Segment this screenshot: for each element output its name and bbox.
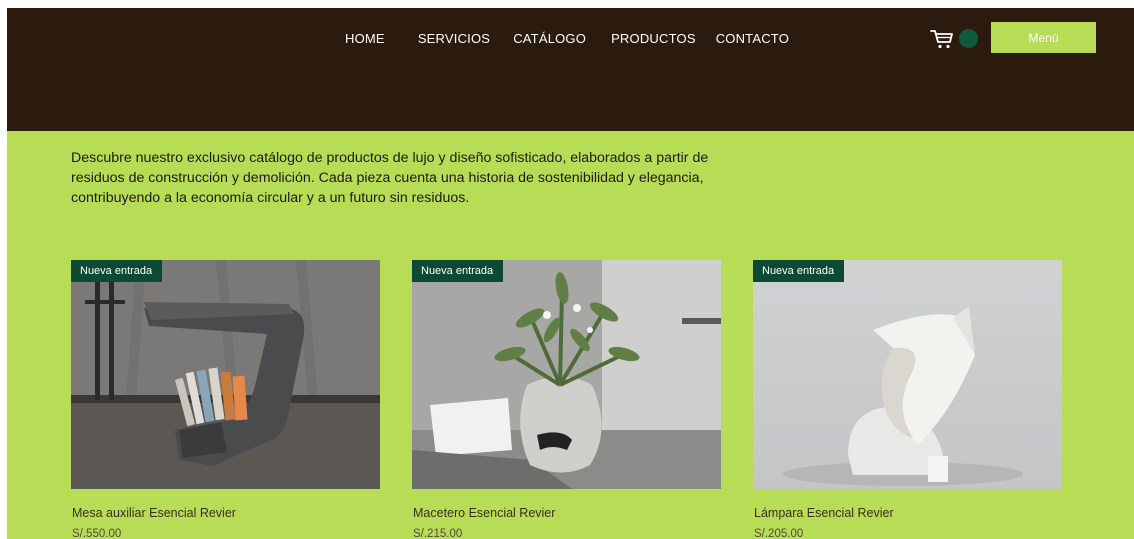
new-entry-badge: Nueva entrada xyxy=(71,260,163,282)
intro-text: Descubre nuestro exclusivo catálogo de p… xyxy=(71,150,709,206)
new-entry-badge: Nueva entrada xyxy=(753,260,845,282)
product-image[interactable]: Nueva entrada xyxy=(412,260,721,489)
shopping-cart-icon[interactable] xyxy=(929,26,955,52)
cart-count-badge xyxy=(959,29,978,48)
product-card[interactable]: Nueva entrada Lámpara Esencial Revier S/… xyxy=(753,260,1062,539)
product-name[interactable]: Macetero Esencial Revier xyxy=(413,506,555,520)
new-entry-badge: Nueva entrada xyxy=(412,260,504,282)
product-price: S/.215.00 xyxy=(413,528,463,539)
product-image[interactable]: Nueva entrada xyxy=(753,260,1062,489)
page: HOME SERVICIOS CATÁLOGO PRODUCTOS CONTAC… xyxy=(7,8,1134,539)
nav-home[interactable]: HOME xyxy=(345,31,385,46)
product-price: S/.205.00 xyxy=(754,528,804,539)
product-name[interactable]: Lámpara Esencial Revier xyxy=(754,506,894,520)
product-card[interactable]: Nueva entrada Macetero Esencial Revier S… xyxy=(412,260,721,539)
main-nav: HOME SERVICIOS CATÁLOGO PRODUCTOS CONTAC… xyxy=(345,31,789,46)
product-name[interactable]: Mesa auxiliar Esencial Revier xyxy=(72,506,236,520)
product-card[interactable]: Nueva entrada Mesa auxiliar Esencial Rev… xyxy=(71,260,380,539)
nav-productos[interactable]: PRODUCTOS xyxy=(611,31,696,46)
product-price: S/.550.00 xyxy=(72,528,122,539)
menu-button[interactable]: Menú xyxy=(991,22,1096,53)
nav-servicios[interactable]: SERVICIOS xyxy=(418,31,490,46)
site-header: HOME SERVICIOS CATÁLOGO PRODUCTOS CONTAC… xyxy=(7,8,1134,131)
nav-contacto[interactable]: CONTACTO xyxy=(716,31,789,46)
nav-catalogo[interactable]: CATÁLOGO xyxy=(513,31,586,46)
product-image[interactable]: Nueva entrada xyxy=(71,260,380,489)
